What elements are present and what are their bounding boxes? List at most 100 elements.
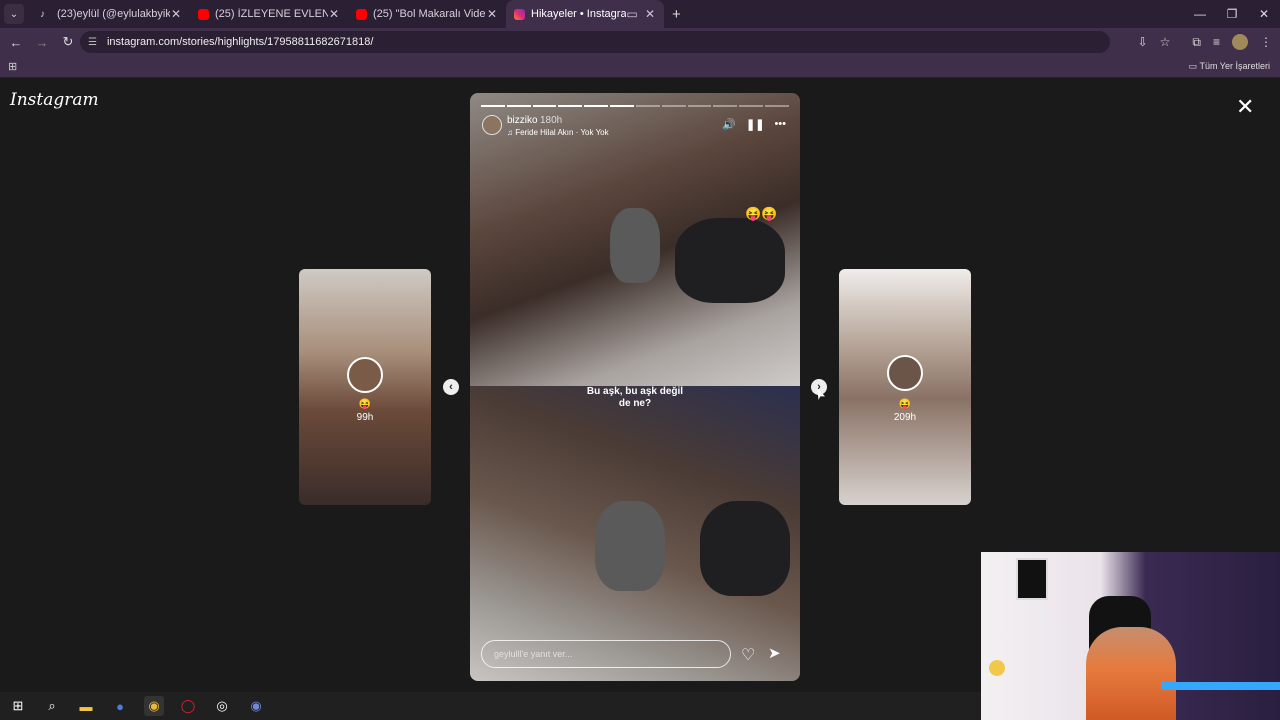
volume-icon[interactable]: 🔊 — [722, 118, 736, 131]
tab-title: (23)eylül (@eylulakbyik) | TikTok — [57, 8, 170, 20]
youtube-icon — [198, 8, 209, 20]
close-tab-icon[interactable]: ✕ — [328, 7, 340, 21]
face-mask — [595, 501, 665, 591]
extensions-icon[interactable]: ⧉ — [1192, 35, 1201, 50]
media-icon[interactable]: ▭ — [626, 7, 638, 21]
progress-segment — [661, 105, 686, 107]
story-author-avatar[interactable] — [482, 115, 502, 135]
story-caption: Bu aşk, bu aşk değil de ne? — [586, 386, 684, 409]
windows-start-icon[interactable]: ⊞ — [8, 696, 28, 716]
discord-icon[interactable]: ◉ — [246, 696, 266, 716]
previous-story-preview[interactable]: 😝 99h — [299, 269, 431, 505]
story-time: 99h — [356, 412, 374, 423]
tab-title: (25) "Bol Makaralı Video" Kick ... — [373, 8, 486, 20]
url-text: instagram.com/stories/highlights/1795881… — [106, 36, 374, 48]
progress-segment — [558, 105, 583, 107]
profile-avatar[interactable] — [1232, 34, 1248, 50]
apps-grid-icon[interactable]: ⊞ — [8, 60, 17, 73]
site-info-icon[interactable]: ☰ — [88, 37, 97, 48]
close-tab-icon[interactable]: ✕ — [486, 7, 498, 21]
close-tab-icon[interactable]: ✕ — [644, 7, 656, 21]
app-icon[interactable]: ● — [110, 696, 130, 716]
next-story-preview[interactable]: 😝 209h — [839, 269, 971, 505]
streamer — [1086, 627, 1176, 720]
like-heart-icon[interactable]: ♡ — [741, 645, 755, 665]
bookmarks-bar: ⊞ ▭ Tüm Yer İşaretleri — [0, 56, 1280, 78]
reply-input[interactable]: geylulll'e yanıt ver... — [481, 640, 731, 668]
tab-search-button[interactable]: ⌄ — [4, 4, 24, 24]
music-icon: ♫ — [507, 128, 516, 137]
tab-youtube-1[interactable]: (25) İZLEYENE EVLENME TEKLİF ✕ — [190, 0, 348, 28]
menu-icon[interactable]: ⋮ — [1260, 35, 1272, 49]
face-mask — [700, 501, 790, 596]
story-controls: 🔊 ❚❚ ••• — [722, 118, 786, 131]
address-bar[interactable]: ☰ instagram.com/stories/highlights/17958… — [80, 31, 1110, 53]
tab-strip: ⌄ ♪ (23)eylül (@eylulakbyik) | TikTok ✕ … — [0, 0, 1280, 28]
story-sticker-emoji: 😝😝 — [745, 206, 778, 221]
restore-icon[interactable]: ❐ — [1216, 0, 1248, 28]
face-mask — [610, 208, 660, 283]
opera-icon[interactable]: ◯ — [178, 696, 198, 716]
tab-tiktok[interactable]: ♪ (23)eylül (@eylulakbyik) | TikTok ✕ — [32, 0, 190, 28]
story-photo-bottom — [470, 386, 800, 681]
progress-segment — [584, 105, 609, 107]
more-options-icon[interactable]: ••• — [774, 118, 786, 131]
minimize-icon[interactable]: — — [1184, 0, 1216, 28]
wall-poster — [1016, 558, 1048, 600]
progress-segment — [765, 105, 789, 107]
reload-icon[interactable]: ↻ — [56, 34, 80, 50]
progress-segment — [532, 105, 557, 107]
chrome-icon[interactable]: ◉ — [144, 696, 164, 716]
progress-segment — [506, 105, 531, 107]
close-stories-icon[interactable]: ✕ — [1236, 94, 1254, 120]
close-tab-icon[interactable]: ✕ — [170, 7, 182, 21]
close-window-icon[interactable]: ✕ — [1248, 0, 1280, 28]
reading-list-icon[interactable]: ≡ — [1213, 35, 1220, 49]
youtube-icon — [356, 8, 367, 20]
folder-icon: ▭ — [1188, 61, 1200, 71]
install-icon[interactable]: ⇩ — [1138, 35, 1148, 49]
story-emoji: 😝 — [358, 399, 372, 410]
story-time: 180h — [540, 115, 563, 126]
story-music[interactable]: ♫ Feride Hilal Akın · Yok Yok — [507, 128, 609, 137]
story-avatar — [347, 357, 383, 393]
story-emoji: 😝 — [898, 399, 912, 410]
tab-instagram[interactable]: Hikayeler • Instagram ▭ ✕ — [506, 0, 664, 28]
instagram-logo[interactable]: Instagram — [10, 90, 99, 110]
toy-figure — [989, 660, 1005, 676]
instagram-icon — [514, 8, 525, 20]
progress-segment — [713, 105, 738, 107]
new-tab-button[interactable]: + — [672, 6, 681, 23]
led-light — [1161, 682, 1280, 690]
previous-story-arrow[interactable]: ‹ — [443, 379, 459, 395]
story-username[interactable]: bizziko — [507, 115, 538, 126]
send-icon[interactable]: ➤ — [768, 644, 781, 662]
face-mask — [675, 218, 785, 303]
tab-title: Hikayeler • Instagram — [531, 8, 626, 20]
active-story[interactable]: bizziko 180h ♫ Feride Hilal Akın · Yok Y… — [470, 93, 800, 681]
progress-segment — [610, 105, 634, 107]
progress-segment — [635, 105, 660, 107]
search-icon[interactable]: ⌕ — [42, 696, 62, 716]
story-avatar — [887, 355, 923, 391]
browser-toolbar: ← → ↻ ☰ instagram.com/stories/highlights… — [0, 28, 1280, 56]
window-controls: — ❐ ✕ — [1184, 0, 1280, 28]
back-icon[interactable]: ← — [4, 35, 28, 50]
all-bookmarks-button[interactable]: ▭ Tüm Yer İşaretleri — [1189, 61, 1270, 72]
webcam-overlay — [981, 552, 1280, 720]
file-explorer-icon[interactable]: ▬ — [76, 696, 96, 716]
tiktok-icon: ♪ — [40, 8, 45, 20]
obs-icon[interactable]: ◎ — [212, 696, 232, 716]
progress-segment — [687, 105, 712, 107]
story-time: 209h — [893, 412, 917, 423]
bookmark-star-icon[interactable]: ☆ — [1160, 35, 1171, 49]
toolbar-actions: ⇩ ☆ ⧉ ≡ ⋮ — [1138, 28, 1272, 56]
story-progress-bar — [481, 105, 789, 107]
pause-icon[interactable]: ❚❚ — [746, 118, 764, 131]
music-label: Feride Hilal Akın · Yok Yok — [515, 128, 609, 137]
tab-youtube-2[interactable]: (25) "Bol Makaralı Video" Kick ... ✕ — [348, 0, 506, 28]
forward-icon[interactable]: → — [30, 35, 54, 50]
progress-segment — [481, 105, 505, 107]
progress-segment — [739, 105, 764, 107]
tab-title: (25) İZLEYENE EVLENME TEKLİF — [215, 8, 328, 20]
